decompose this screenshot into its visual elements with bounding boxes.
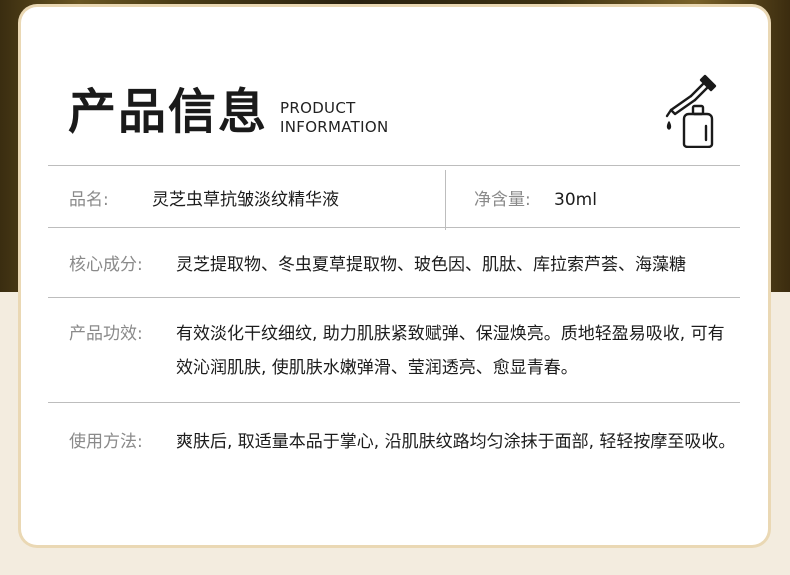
- title-chinese: 产品信息: [68, 84, 269, 140]
- ingredients-value: 灵芝提取物、冬虫夏草提取物、玻色因、肌肽、库拉索芦荟、海藻糖: [176, 255, 686, 275]
- title-english-line2: INFORMATION: [280, 118, 389, 136]
- title-english-line1: PRODUCT: [280, 99, 356, 117]
- name-label: 品名:: [69, 190, 109, 210]
- divider-4: [48, 402, 740, 403]
- usage-label: 使用方法:: [69, 432, 143, 452]
- volume-label: 净含量:: [474, 190, 531, 210]
- title-english: PRODUCT INFORMATION: [280, 99, 388, 137]
- volume-value: 30ml: [554, 190, 597, 210]
- vertical-divider: [445, 170, 446, 230]
- ingredients-label: 核心成分:: [69, 255, 143, 275]
- divider-1: [48, 165, 740, 166]
- effects-value: 有效淡化干纹细纹, 助力肌肤紧致赋弹、保湿焕亮。质地轻盈易吸收, 可有效沁润肌肤…: [176, 324, 725, 378]
- dropper-bottle-icon: [665, 74, 717, 148]
- usage-value: 爽肤后, 取适量本品于掌心, 沿肌肤纹路均匀涂抹于面部, 轻轻按摩至吸收。: [176, 432, 736, 452]
- divider-3: [48, 297, 740, 298]
- effects-label: 产品功效:: [69, 324, 143, 344]
- card-header: 产品信息 PRODUCT INFORMATION: [68, 85, 388, 139]
- name-value: 灵芝虫草抗皱淡纹精华液: [152, 190, 339, 210]
- product-info-card: 产品信息 PRODUCT INFORMATION 品名: 灵芝虫草抗皱淡纹精华液…: [21, 7, 768, 545]
- divider-2: [48, 227, 740, 228]
